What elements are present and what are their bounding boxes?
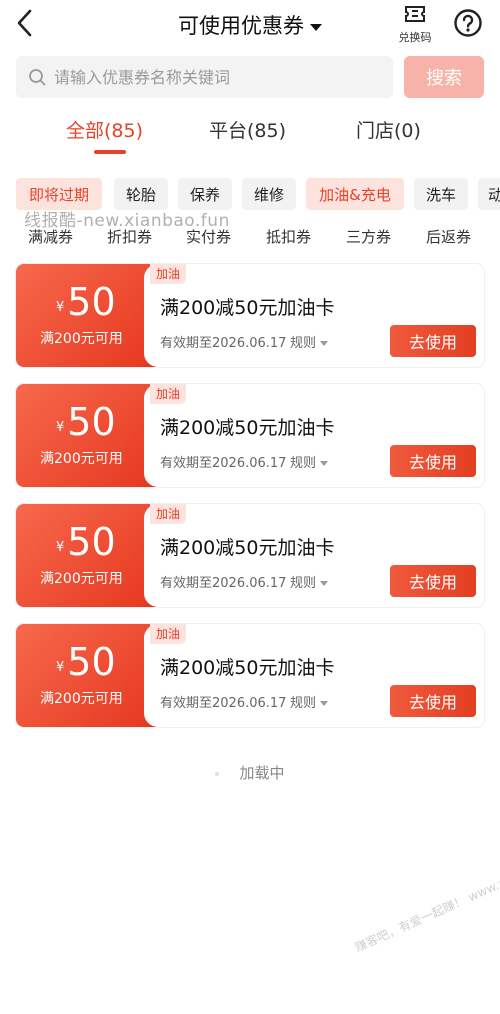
currency-symbol: ¥ bbox=[56, 660, 65, 675]
type-cashback[interactable]: 后返券 bbox=[426, 226, 471, 247]
page-title: 可使用优惠券 bbox=[178, 14, 304, 38]
coupon-tag: 加油 bbox=[150, 624, 187, 644]
type-discount[interactable]: 折扣券 bbox=[107, 226, 152, 247]
redeem-code-button[interactable]: 兑换码 bbox=[390, 4, 440, 45]
loading-indicator: 加载中 bbox=[0, 762, 500, 783]
coupon-rule-toggle[interactable]: 规则 bbox=[290, 692, 329, 711]
coupon-rule-toggle[interactable]: 规则 bbox=[290, 452, 329, 471]
coupon-card: ¥50 满200元可用 加油 满200减50元加油卡 有效期至2026.06.1… bbox=[16, 504, 484, 607]
type-deduction[interactable]: 抵扣券 bbox=[266, 226, 311, 247]
corner-watermark: 赚客吧，有爱一起赚！ www.zuanke8.com bbox=[352, 845, 500, 955]
amount-value: 50 bbox=[67, 640, 116, 684]
coupon-expiry: 有效期至2026.06.17 bbox=[160, 456, 287, 471]
type-third-party[interactable]: 三方券 bbox=[346, 226, 391, 247]
currency-symbol: ¥ bbox=[56, 300, 65, 315]
filter-chip-more[interactable]: 动 bbox=[478, 178, 500, 210]
search-button[interactable]: 搜索 bbox=[404, 56, 484, 98]
coupon-card: ¥50 满200元可用 加油 满200减50元加油卡 有效期至2026.06.1… bbox=[16, 384, 484, 487]
rule-label: 规则 bbox=[290, 576, 317, 591]
search-input[interactable] bbox=[54, 67, 374, 87]
loading-spinner-icon bbox=[215, 771, 220, 776]
rule-label: 规则 bbox=[290, 456, 317, 471]
coupon-card: ¥50 满200元可用 加油 满200减50元加油卡 有效期至2026.06.1… bbox=[16, 624, 484, 727]
tab-platform[interactable]: 平台(85) bbox=[209, 116, 286, 143]
search-box bbox=[16, 56, 393, 98]
caret-down-icon bbox=[320, 701, 329, 706]
tab-all[interactable]: 全部(85) bbox=[66, 116, 143, 143]
use-coupon-button[interactable]: 去使用 bbox=[390, 445, 476, 477]
coupon-condition: 满200元可用 bbox=[40, 331, 123, 347]
loading-text: 加载中 bbox=[239, 764, 285, 782]
rule-label: 规则 bbox=[290, 336, 317, 351]
redeem-code-label: 兑换码 bbox=[398, 31, 432, 44]
coupon-value-panel: ¥50 满200元可用 bbox=[16, 504, 156, 607]
tab-store[interactable]: 门店(0) bbox=[356, 116, 421, 143]
coupon-amount: ¥50 bbox=[56, 520, 116, 570]
coupon-rule-toggle[interactable]: 规则 bbox=[290, 572, 329, 591]
use-coupon-button[interactable]: 去使用 bbox=[390, 685, 476, 717]
caret-down-icon bbox=[320, 461, 329, 466]
coupon-type-filters: 满减券 折扣券 实付券 抵扣券 三方券 后返券 bbox=[0, 224, 500, 250]
coupon-condition: 满200元可用 bbox=[40, 451, 123, 467]
search-icon bbox=[29, 69, 46, 86]
coupon-condition: 满200元可用 bbox=[40, 691, 123, 707]
coupon-tag: 加油 bbox=[150, 504, 187, 524]
app-header: 可使用优惠券 兑换码 bbox=[0, 0, 500, 48]
coupon-expiry: 有效期至2026.06.17 bbox=[160, 576, 287, 591]
coupon-expiry: 有效期至2026.06.17 bbox=[160, 336, 287, 351]
coupon-amount: ¥50 bbox=[56, 280, 116, 330]
coupon-name: 满200减50元加油卡 bbox=[160, 657, 335, 679]
coupon-tag: 加油 bbox=[150, 384, 187, 404]
coupon-name: 满200减50元加油卡 bbox=[160, 537, 335, 559]
help-button[interactable] bbox=[453, 8, 483, 38]
coupon-name: 满200减50元加油卡 bbox=[160, 297, 335, 319]
filter-chip-repair[interactable]: 维修 bbox=[242, 178, 296, 210]
coupon-value-panel: ¥50 满200元可用 bbox=[16, 624, 156, 727]
filter-chip-fuel-charging[interactable]: 加油&充电 bbox=[306, 178, 404, 210]
caret-down-icon bbox=[320, 581, 329, 586]
coupon-rule-toggle[interactable]: 规则 bbox=[290, 332, 329, 351]
coupon-tag: 加油 bbox=[150, 264, 187, 284]
ticket-icon bbox=[405, 6, 425, 22]
rule-label: 规则 bbox=[290, 696, 317, 711]
amount-value: 50 bbox=[67, 520, 116, 564]
filter-chip-car-wash[interactable]: 洗车 bbox=[414, 178, 468, 210]
amount-value: 50 bbox=[67, 280, 116, 324]
caret-down-icon bbox=[320, 341, 329, 346]
amount-value: 50 bbox=[67, 400, 116, 444]
coupon-name: 满200减50元加油卡 bbox=[160, 417, 335, 439]
coupon-card: ¥50 满200元可用 加油 满200减50元加油卡 有效期至2026.06.1… bbox=[16, 264, 484, 367]
coupon-amount: ¥50 bbox=[56, 640, 116, 690]
caret-down-icon bbox=[310, 23, 322, 31]
use-coupon-button[interactable]: 去使用 bbox=[390, 325, 476, 357]
currency-symbol: ¥ bbox=[56, 540, 65, 555]
type-full-reduction[interactable]: 满减券 bbox=[28, 226, 73, 247]
coupon-amount: ¥50 bbox=[56, 400, 116, 450]
coupon-tabs: 全部(85) 平台(85) 门店(0) bbox=[0, 112, 500, 162]
type-paid[interactable]: 实付券 bbox=[186, 226, 231, 247]
coupon-condition: 满200元可用 bbox=[40, 571, 123, 587]
active-tab-indicator bbox=[94, 150, 126, 154]
use-coupon-button[interactable]: 去使用 bbox=[390, 565, 476, 597]
coupon-expiry: 有效期至2026.06.17 bbox=[160, 696, 287, 711]
coupon-value-panel: ¥50 满200元可用 bbox=[16, 264, 156, 367]
help-circle-icon bbox=[454, 9, 482, 37]
currency-symbol: ¥ bbox=[56, 420, 65, 435]
coupon-value-panel: ¥50 满200元可用 bbox=[16, 384, 156, 487]
